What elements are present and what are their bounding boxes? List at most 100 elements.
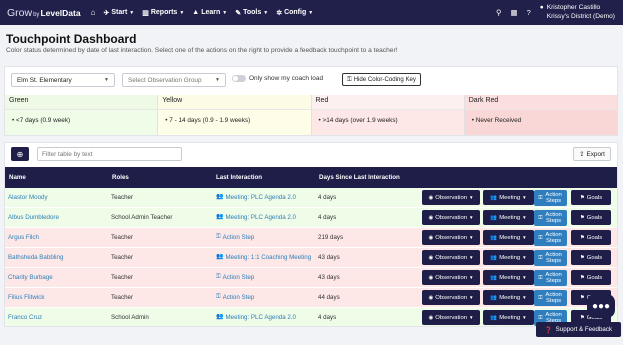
wrench-icon: ✎: [235, 9, 242, 17]
users-icon: 👥: [216, 254, 224, 261]
goals-button[interactable]: ⚑Goals: [571, 210, 611, 225]
chevron-down-icon: ▼: [308, 9, 314, 16]
action-steps-button[interactable]: ⚿ Action Steps: [534, 210, 567, 226]
school-select[interactable]: Elm St. Elementary ▼: [11, 73, 115, 87]
help-icon[interactable]: ?: [527, 8, 531, 17]
meeting-label: Meeting: [499, 294, 521, 301]
hide-color-key-label: Hide Color-Coding Key: [353, 76, 416, 83]
teacher-role: Teacher: [111, 274, 134, 282]
observation-dropdown-button[interactable]: ◉ Observation ▼: [422, 290, 480, 305]
observation-dropdown-button[interactable]: ◉ Observation ▼: [422, 270, 480, 285]
last-interaction-link[interactable]: ⚿ Action Step: [216, 228, 254, 248]
teacher-name-link[interactable]: Bathsheda Babbling: [8, 248, 63, 268]
action-steps-label: Action Steps: [545, 192, 562, 204]
flag-icon: ⚑: [579, 274, 585, 281]
column-header-name[interactable]: Name: [9, 174, 26, 181]
export-button[interactable]: ⇪ Export: [573, 147, 611, 161]
last-interaction-link[interactable]: ⚿ Action Step: [216, 268, 254, 288]
coach-load-toggle[interactable]: Only show my coach load: [232, 75, 323, 82]
last-interaction-link[interactable]: ⚿ Action Step: [216, 288, 254, 308]
meeting-label: Meeting: [499, 254, 521, 261]
chevron-down-icon: ▼: [522, 314, 527, 320]
add-column-button[interactable]: ⊕: [11, 147, 29, 161]
nav-menu-learn[interactable]: ▲ Learn ▼: [192, 9, 227, 16]
nav-menu-reports[interactable]: ▥ Reports ▼: [142, 9, 184, 17]
last-interaction-link[interactable]: 👥 Meeting: 1:1 Coaching Meeting: [216, 248, 311, 268]
column-header-roles[interactable]: Roles: [112, 174, 129, 181]
eye-icon: ◉: [428, 254, 434, 261]
nav-menu-start[interactable]: ✈ Start ▼: [103, 9, 134, 17]
observation-dropdown-button[interactable]: ◉ Observation ▼: [422, 210, 480, 225]
last-interaction-link[interactable]: 👥 Meeting: PLC Agenda 2.0: [216, 308, 297, 326]
goals-button[interactable]: ⚑Goals: [571, 250, 611, 265]
export-label: Export: [586, 150, 605, 158]
bar-chart-icon: ▥: [142, 9, 149, 17]
gear-icon: ✲: [276, 9, 283, 17]
legend-red: Red • >14 days (over 1.9 weeks): [310, 95, 464, 135]
column-header-last-interaction[interactable]: Last Interaction: [216, 174, 262, 181]
legend-desc: • 7 - 14 days (0.9 - 1.9 weeks): [158, 109, 311, 135]
eye-icon: ◉: [428, 314, 434, 321]
meeting-dropdown-button[interactable]: 👥 Meeting ▼: [483, 190, 534, 205]
legend-desc: • <7 days (0.9 week): [5, 109, 158, 135]
flag-icon: ⚑: [579, 234, 585, 241]
table-filter-input[interactable]: Filter table by text: [37, 147, 182, 161]
observation-dropdown-button[interactable]: ◉ Observation ▼: [422, 230, 480, 245]
action-steps-button[interactable]: ⚿ Action Steps: [534, 270, 567, 286]
observation-dropdown-button[interactable]: ◉ Observation ▼: [422, 250, 480, 265]
search-icon[interactable]: ⚲: [496, 8, 502, 17]
brand-logo[interactable]: Grow by LevelData: [7, 7, 81, 19]
observation-dropdown-button[interactable]: ◉ Observation ▼: [422, 190, 480, 205]
action-steps-button[interactable]: ⚿ Action Steps: [534, 230, 567, 246]
meeting-dropdown-button[interactable]: 👥 Meeting ▼: [483, 310, 534, 325]
user-name: Kristopher Castillo: [546, 4, 601, 12]
observation-dropdown-button[interactable]: ◉ Observation ▼: [422, 310, 480, 325]
action-steps-button[interactable]: ⚿ Action Steps: [534, 190, 567, 206]
chevron-down-icon: ▼: [215, 77, 220, 83]
nav-menu-tools-label: Tools: [243, 9, 262, 16]
home-icon[interactable]: ⌂: [91, 8, 96, 17]
goals-button[interactable]: ⚑Goals: [571, 190, 611, 205]
calendar-icon[interactable]: ▦: [511, 8, 518, 17]
legend-yellow: Yellow • 7 - 14 days (0.9 - 1.9 weeks): [157, 95, 311, 135]
support-feedback-button[interactable]: ❓ Support & Feedback: [536, 322, 621, 337]
nav-menu-tools[interactable]: ✎ Tools ▼: [235, 9, 268, 17]
teacher-name-link[interactable]: Argus Filch: [8, 228, 39, 248]
observation-group-select[interactable]: Select Observation Group ▼: [122, 73, 226, 87]
table-header: Name Roles Last Interaction Days Since L…: [5, 167, 617, 188]
last-interaction-text: Meeting: 1:1 Coaching Meeting: [225, 254, 312, 262]
chevron-down-icon: ▼: [104, 77, 109, 83]
users-icon: 👥: [490, 254, 498, 261]
last-interaction-link[interactable]: 👥 Meeting: PLC Agenda 2.0: [216, 188, 296, 208]
teacher-name-link[interactable]: Alastor Moody: [8, 188, 48, 208]
goals-button[interactable]: ⚑Goals: [571, 230, 611, 245]
key-icon: ⚿: [538, 215, 543, 221]
chevron-down-icon: ▼: [469, 194, 474, 200]
meeting-dropdown-button[interactable]: 👥 Meeting ▼: [483, 230, 534, 245]
goals-button[interactable]: ⚑Goals: [571, 270, 611, 285]
last-interaction-text: Meeting: PLC Agenda 2.0: [225, 314, 297, 322]
meeting-dropdown-button[interactable]: 👥 Meeting ▼: [483, 270, 534, 285]
last-interaction-link[interactable]: 👥 Meeting: PLC Agenda 2.0: [216, 208, 296, 228]
teacher-name-link[interactable]: Albus Dumbledore: [8, 208, 59, 228]
column-header-days-since[interactable]: Days Since Last Interaction: [319, 174, 400, 181]
flag-icon: ⚑: [579, 254, 585, 261]
days-since: 4 days: [318, 214, 337, 222]
meeting-dropdown-button[interactable]: 👥 Meeting ▼: [483, 210, 534, 225]
teacher-name-link[interactable]: Franco Cruz: [8, 308, 42, 326]
meeting-dropdown-button[interactable]: 👥 Meeting ▼: [483, 250, 534, 265]
user-menu[interactable]: ● Kristopher Castillo Krissy's District …: [540, 4, 615, 21]
action-steps-button[interactable]: ⚿ Action Steps: [534, 290, 567, 306]
nav-menu-config[interactable]: ✲ Config ▼: [276, 9, 313, 17]
toggle-switch[interactable]: [232, 75, 246, 82]
hide-color-key-button[interactable]: ⚿ Hide Color-Coding Key: [342, 73, 421, 86]
key-icon: ⚿: [216, 294, 221, 301]
action-steps-button[interactable]: ⚿ Action Steps: [534, 250, 567, 266]
days-since: 43 days: [318, 274, 340, 282]
chat-button[interactable]: ●●●: [587, 294, 615, 318]
goals-label: Goals: [586, 194, 603, 201]
teacher-name-link[interactable]: Filius Flitwick: [8, 288, 44, 308]
legend-green: Green • <7 days (0.9 week): [5, 95, 158, 135]
meeting-dropdown-button[interactable]: 👥 Meeting ▼: [483, 290, 534, 305]
teacher-name-link[interactable]: Charity Burbage: [8, 268, 53, 288]
